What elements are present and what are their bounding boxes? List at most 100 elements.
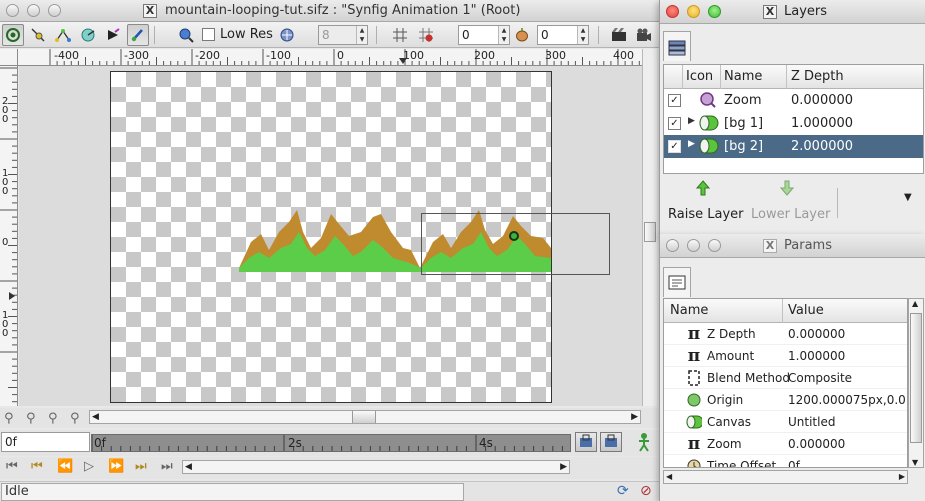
column-header-value[interactable]: Value: [788, 303, 824, 318]
zoom-100-icon[interactable]: ⚲: [70, 411, 80, 426]
vertical-scroll-thumb[interactable]: [644, 222, 656, 242]
param-row[interactable]: Time Offset 0f: [664, 455, 907, 467]
spinner-arrows-icon[interactable]: ▲ ▼: [577, 26, 588, 44]
rotate-tool-icon[interactable]: [77, 24, 99, 46]
low-res-checkbox[interactable]: [202, 28, 215, 41]
seek-end-icon[interactable]: ⏭: [161, 459, 173, 474]
show-grid-icon[interactable]: [389, 24, 411, 46]
layer-row[interactable]: ✓ ▶ [bg 2] 2.000000: [664, 135, 923, 158]
close-window-button[interactable]: [6, 4, 19, 17]
scroll-right-icon[interactable]: ▶: [899, 471, 905, 483]
close-panel-button[interactable]: [666, 239, 679, 252]
param-value[interactable]: 0.000000: [788, 437, 906, 451]
params-scroll-thumb[interactable]: [910, 313, 922, 443]
canvas-horizontal-scrollbar[interactable]: ◀ ▶: [89, 410, 641, 424]
column-header-name[interactable]: Name: [670, 303, 708, 318]
prev-keyframe-icon[interactable]: ⏮: [31, 459, 43, 474]
animation-mode-icon[interactable]: [635, 432, 653, 452]
scroll-left-icon[interactable]: ◀: [185, 461, 192, 473]
params-horizontal-scrollbar[interactable]: ◀ ▶: [663, 470, 908, 484]
transform-tool-icon[interactable]: [2, 24, 24, 46]
maximize-panel-button[interactable]: [708, 239, 721, 252]
refresh-icon[interactable]: ⟳: [617, 483, 629, 499]
canvas-workarea[interactable]: [19, 66, 642, 406]
canvas[interactable]: [110, 71, 610, 403]
scale-tool-icon[interactable]: [52, 24, 74, 46]
next-frame-icon[interactable]: ⏩: [108, 459, 124, 474]
canvas-vertical-scrollbar[interactable]: [642, 49, 657, 406]
origin-handle[interactable]: [509, 231, 519, 241]
scroll-down-icon[interactable]: ▼: [912, 458, 918, 467]
past-onion-spinner[interactable]: 0 ▲ ▼: [458, 25, 510, 45]
preview-icon[interactable]: [633, 24, 655, 46]
maximize-window-button[interactable]: [48, 4, 61, 17]
spinner-arrows-icon[interactable]: ▲ ▼: [356, 26, 367, 44]
smooth-move-tool-icon[interactable]: [27, 24, 49, 46]
layers-tab[interactable]: [663, 31, 691, 61]
param-value[interactable]: Composite: [788, 371, 906, 385]
snap-grid-icon[interactable]: [415, 24, 437, 46]
zoom-fit-icon[interactable]: ⚲: [48, 411, 58, 426]
raise-layer-icon[interactable]: [695, 180, 711, 196]
param-value[interactable]: 1.000000: [788, 349, 906, 363]
minimize-window-button[interactable]: [27, 4, 40, 17]
param-row[interactable]: Canvas Untitled: [664, 411, 907, 433]
scroll-left-icon[interactable]: ◀: [92, 411, 99, 423]
zoom-out-icon[interactable]: ⚲: [4, 411, 14, 426]
current-time-field[interactable]: 0f: [1, 432, 90, 452]
layer-row[interactable]: ✓ ▶ [bg 1] 1.000000: [664, 112, 923, 135]
param-row[interactable]: π Zoom 0.000000: [664, 433, 907, 455]
maximize-panel-button[interactable]: [708, 5, 721, 18]
quality-spinner[interactable]: 8 ▲ ▼: [318, 25, 368, 45]
time-scrollbar[interactable]: ◀ ▶: [182, 460, 570, 474]
onion-skin-toggle-icon[interactable]: [276, 24, 298, 46]
keyframe-lock-future-button[interactable]: [600, 432, 622, 452]
scroll-up-icon[interactable]: ▲: [912, 299, 918, 308]
spinner-arrows-icon[interactable]: ▲ ▼: [498, 26, 509, 44]
lower-layer-button[interactable]: Lower Layer: [751, 207, 830, 222]
scroll-right-icon[interactable]: ▶: [560, 461, 567, 473]
param-row[interactable]: π Z Depth 0.000000: [664, 323, 907, 345]
param-row[interactable]: Origin 1200.000075px,0.00: [664, 389, 907, 411]
param-value[interactable]: 0.000000: [788, 327, 906, 341]
expand-triangle-icon[interactable]: ▶: [688, 139, 695, 149]
scroll-left-icon[interactable]: ◀: [666, 471, 672, 483]
column-header-icon[interactable]: Icon: [686, 69, 713, 84]
stop-render-icon[interactable]: ⊘: [640, 483, 652, 499]
horizontal-scroll-thumb[interactable]: [352, 411, 376, 423]
column-header-z-depth[interactable]: Z Depth: [791, 69, 844, 84]
close-panel-button[interactable]: [666, 5, 679, 18]
layer-visibility-checkbox[interactable]: ✓: [668, 94, 681, 107]
seek-begin-icon[interactable]: ⏮: [6, 459, 18, 474]
params-vertical-scrollbar[interactable]: ▲ ▼: [908, 298, 924, 468]
layer-visibility-checkbox[interactable]: ✓: [668, 117, 681, 130]
minimize-panel-button[interactable]: [687, 5, 700, 18]
expand-triangle-icon[interactable]: ▶: [688, 116, 695, 126]
more-actions-dropdown-icon[interactable]: ▼: [904, 192, 912, 203]
onion-icon[interactable]: [511, 24, 533, 46]
mirror-tool-icon[interactable]: [102, 24, 124, 46]
prev-frame-icon[interactable]: ⏪: [57, 459, 73, 474]
scroll-right-icon[interactable]: ▶: [631, 411, 638, 423]
draw-tool-icon[interactable]: [127, 24, 149, 46]
param-value[interactable]: 1200.000075px,0.00: [788, 393, 906, 407]
next-keyframe-icon[interactable]: ⏭: [135, 459, 147, 474]
time-slider[interactable]: 0f 2s 4s: [91, 434, 571, 452]
layer-visibility-checkbox[interactable]: ✓: [668, 140, 681, 153]
zoom-preview-icon[interactable]: [175, 24, 197, 46]
params-tab[interactable]: [663, 267, 691, 297]
lower-layer-icon[interactable]: [779, 180, 795, 196]
layer-row[interactable]: ✓ Zoom 0.000000: [664, 89, 923, 112]
play-icon[interactable]: ▷: [84, 459, 94, 474]
param-value[interactable]: Untitled: [788, 415, 906, 429]
future-onion-spinner[interactable]: 0 ▲ ▼: [537, 25, 589, 45]
render-icon[interactable]: [608, 24, 630, 46]
param-value[interactable]: 0f: [788, 459, 906, 467]
raise-layer-button[interactable]: Raise Layer: [668, 207, 743, 222]
column-header-name[interactable]: Name: [724, 69, 762, 84]
minimize-panel-button[interactable]: [687, 239, 700, 252]
param-row[interactable]: π Amount 1.000000: [664, 345, 907, 367]
keyframe-lock-past-button[interactable]: [575, 432, 597, 452]
param-row[interactable]: Blend Method Composite: [664, 367, 907, 389]
zoom-in-icon[interactable]: ⚲: [26, 411, 36, 426]
